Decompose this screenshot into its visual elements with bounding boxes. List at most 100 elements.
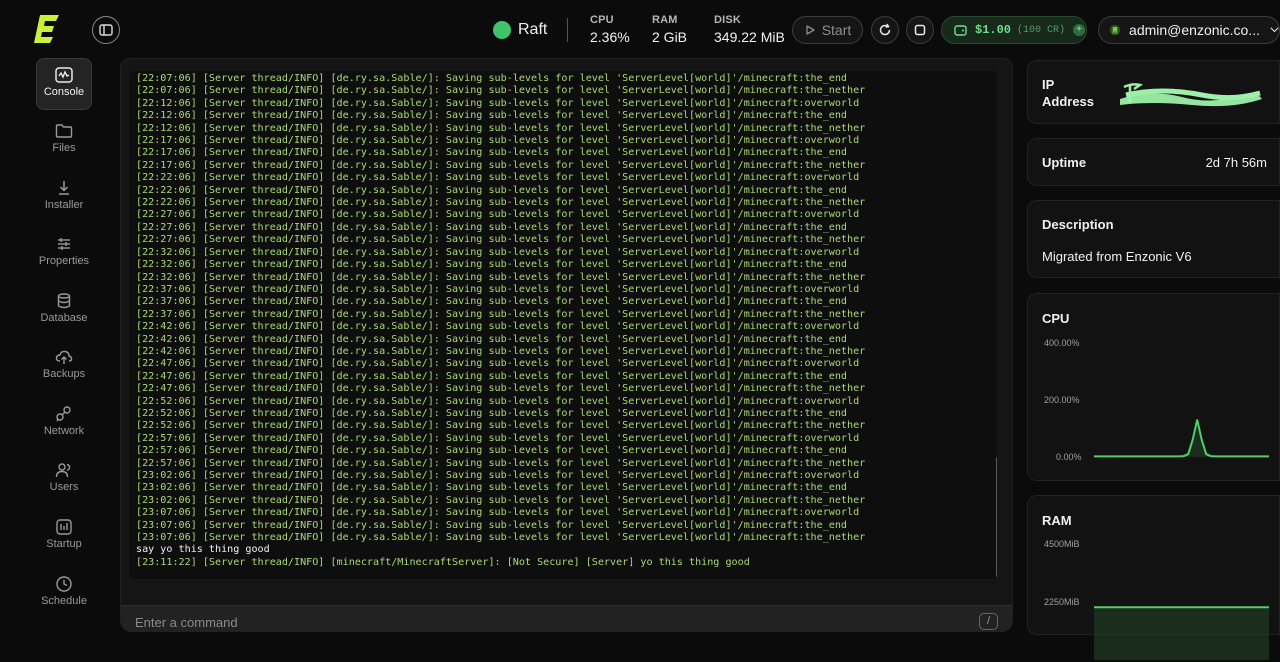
disk-stat: DISK 349.22 MiB	[714, 14, 785, 45]
sidebar-item-startup[interactable]: Startup	[36, 511, 92, 563]
console-line: [22:42:06] [Server thread/INFO] [de.ry.s…	[136, 345, 866, 357]
sidebar-item-files[interactable]: Files	[36, 115, 92, 167]
cpu-series-line	[1094, 419, 1269, 458]
console-output[interactable]: [22:07:06] [Server thread/INFO] [de.ry.s…	[129, 71, 997, 579]
sidebar-item-network[interactable]: Network	[36, 398, 92, 450]
console-line: [22:32:06] [Server thread/INFO] [de.ry.s…	[136, 271, 866, 283]
ram-stat-label: RAM	[652, 14, 678, 26]
sidebar-item-schedule[interactable]: Schedule	[36, 568, 92, 620]
start-button-label: Start	[821, 22, 852, 38]
uptime-label: Uptime	[1042, 155, 1087, 170]
cpu-chart	[1094, 419, 1269, 458]
sidebar-toggle-button[interactable]	[92, 16, 120, 44]
description-card: Description Migrated from Enzonic V6	[1027, 200, 1280, 278]
stop-button[interactable]	[906, 16, 934, 44]
cpu-tick-label: 0.00%	[1056, 452, 1082, 462]
console-line: [23:07:06] [Server thread/INFO] [de.ry.s…	[136, 507, 860, 519]
play-icon	[806, 25, 815, 35]
disk-stat-value: 349.22 MiB	[714, 29, 785, 45]
cpu-tick-label: 200.00%	[1044, 395, 1080, 405]
cpu-tick-label: 400.00%	[1044, 338, 1080, 348]
start-button[interactable]: Start	[792, 16, 863, 44]
clock-icon	[56, 576, 72, 592]
sidebar-item-users[interactable]: Users	[36, 454, 92, 506]
sidebar-item-label: Backups	[42, 368, 86, 380]
console-lines: [22:07:06] [Server thread/INFO] [de.ry.s…	[136, 73, 865, 569]
user-avatar-icon	[1109, 24, 1121, 36]
database-icon	[57, 293, 71, 309]
description-value: Migrated from Enzonic V6	[1042, 249, 1192, 264]
server-name: Raft	[518, 21, 548, 38]
console-line: [22:47:06] [Server thread/INFO] [de.ry.s…	[136, 383, 866, 395]
sidebar-item-database[interactable]: Database	[36, 285, 92, 337]
cpu-stat: CPU 2.36%	[590, 14, 630, 45]
download-icon	[59, 181, 69, 195]
console-line: [22:57:06] [Server thread/INFO] [de.ry.s…	[136, 445, 848, 457]
cpu-series-area	[1094, 419, 1269, 457]
slash-command-button[interactable]: /	[979, 613, 998, 630]
sidebar-item-label: Users	[49, 481, 79, 493]
console-scrollbar[interactable]	[996, 456, 997, 579]
sidebar-item-label: Schedule	[41, 595, 87, 607]
sidebar-item-label: Console	[43, 86, 85, 98]
sidebar-item-properties[interactable]: Properties	[36, 228, 92, 280]
console-line: [22:42:06] [Server thread/INFO] [de.ry.s…	[136, 333, 848, 345]
sidebar-item-label: Network	[43, 425, 85, 437]
uptime-value: 2d 7h 56m	[1205, 155, 1267, 170]
console-line: [22:17:06] [Server thread/INFO] [de.ry.s…	[136, 147, 848, 159]
console-line: [22:47:06] [Server thread/INFO] [de.ry.s…	[136, 358, 860, 370]
console-line: [23:07:06] [Server thread/INFO] [de.ry.s…	[136, 519, 848, 531]
enzonic-logo[interactable]	[34, 14, 60, 44]
user-menu-button[interactable]: admin@enzonic.co...	[1098, 16, 1280, 44]
chevron-down-icon	[1270, 27, 1279, 33]
stop-icon	[914, 24, 926, 36]
console-line: [22:17:06] [Server thread/INFO] [de.ry.s…	[136, 159, 866, 171]
ram-tick-label: 2250MiB	[1044, 597, 1080, 607]
ip-address-card: IP Address	[1027, 60, 1280, 124]
add-credit-icon[interactable]: +	[1073, 24, 1086, 36]
sidebar-item-label: Properties	[38, 255, 90, 267]
console-line: [22:52:06] [Server thread/INFO] [de.ry.s…	[136, 420, 866, 432]
sidebar-item-label: Files	[52, 142, 76, 154]
console-line: [22:22:06] [Server thread/INFO] [de.ry.s…	[136, 197, 866, 209]
cpu-chart-title: CPU	[1042, 311, 1070, 326]
ip-address-label: IP Address	[1042, 77, 1095, 109]
console-icon	[55, 67, 73, 83]
cloud-upload-icon	[55, 350, 73, 364]
folder-icon	[55, 124, 73, 138]
credit-amount: $1.00	[975, 23, 1012, 37]
restart-button[interactable]	[871, 16, 899, 44]
startup-icon	[56, 519, 72, 535]
command-input[interactable]	[135, 612, 955, 632]
console-line: [22:27:06] [Server thread/INFO] [de.ry.s…	[136, 234, 866, 246]
restart-icon	[879, 23, 891, 36]
network-icon	[56, 406, 71, 422]
sidebar-toggle-icon	[99, 24, 113, 36]
console-line: [22:52:06] [Server thread/INFO] [de.ry.s…	[136, 395, 860, 407]
console-line: [22:57:06] [Server thread/INFO] [de.ry.s…	[136, 432, 860, 444]
cpu-chart-card: CPU 400.00% 200.00% 0.00%	[1027, 293, 1280, 481]
user-email: admin@enzonic.co...	[1129, 22, 1260, 38]
console-line: [22:52:06] [Server thread/INFO] [de.ry.s…	[136, 407, 848, 419]
server-status-dot	[493, 21, 511, 39]
sidebar-item-backups[interactable]: Backups	[36, 341, 92, 393]
console-line: [22:47:06] [Server thread/INFO] [de.ry.s…	[136, 370, 848, 382]
console-line: [22:07:06] [Server thread/INFO] [de.ry.s…	[136, 85, 866, 97]
credit-balance[interactable]: $1.00 (100 CR) +	[941, 16, 1087, 44]
disk-stat-label: DISK	[714, 14, 742, 26]
header-divider	[567, 18, 568, 42]
sidebar-item-label: Database	[40, 312, 88, 324]
console-line: [23:02:06] [Server thread/INFO] [de.ry.s…	[136, 494, 866, 506]
sidebar: Console Files Installer Properties Datab…	[0, 58, 126, 631]
sidebar-item-console[interactable]: Console	[36, 58, 92, 110]
ram-chart-title: RAM	[1042, 513, 1072, 528]
redacted-ip-scribble	[1120, 83, 1262, 107]
sidebar-item-installer[interactable]: Installer	[36, 172, 92, 224]
console-line: [22:37:06] [Server thread/INFO] [de.ry.s…	[136, 308, 866, 320]
console-line: [22:22:06] [Server thread/INFO] [de.ry.s…	[136, 172, 860, 184]
console-line: [22:12:06] [Server thread/INFO] [de.ry.s…	[136, 97, 860, 109]
top-bar: Raft CPU 2.36% RAM 2 GiB DISK 349.22 MiB…	[0, 0, 1280, 58]
console-line: [22:12:06] [Server thread/INFO] [de.ry.s…	[136, 110, 848, 122]
command-bar: /	[121, 605, 1012, 632]
console-line: [23:02:06] [Server thread/INFO] [de.ry.s…	[136, 482, 848, 494]
